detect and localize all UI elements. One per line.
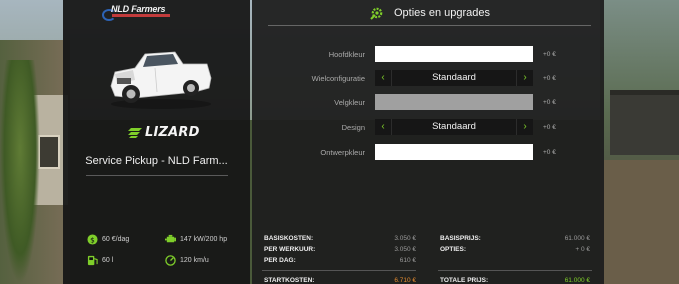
label-design: Design <box>341 123 365 132</box>
price-hoofdkleur: +0 € <box>543 51 556 58</box>
hoofdkleur-color-swatch[interactable] <box>375 46 533 62</box>
stat-fuel: 60 l <box>87 255 113 266</box>
label-velgkleur: Velgkleur <box>334 98 365 107</box>
engine-icon <box>165 234 176 243</box>
vehicle-image <box>110 51 212 109</box>
brand-logo: NLD Farmers <box>102 4 172 21</box>
ontwerpkleur-color-swatch[interactable] <box>375 144 533 160</box>
value-basiskosten: 3.050 € <box>394 235 416 242</box>
stat-value: 60 €/dag <box>102 236 130 243</box>
value-opties: + 0 € <box>575 246 590 253</box>
tree <box>0 60 40 284</box>
label-ontwerpkleur: Ontwerpkleur <box>320 148 365 157</box>
stat-value: 60 l <box>102 257 114 264</box>
wielconfiguratie-value: Standaard <box>432 72 476 83</box>
label-totale-prijs: TOTALE PRIJS: <box>440 277 489 284</box>
name-divider <box>86 175 228 176</box>
design-value: Standaard <box>432 121 476 132</box>
stat-value: 120 km/u <box>180 257 209 264</box>
options-title: Opties en upgrades <box>394 7 491 19</box>
value-basisprijs: 61.000 € <box>564 235 590 242</box>
make-logo: LIZARD <box>128 125 200 140</box>
design-next-button[interactable]: › <box>516 119 533 135</box>
label-per-dag: PER DAG: <box>264 257 296 264</box>
wielconfiguratie-next-button[interactable]: › <box>516 70 533 86</box>
price-design: +0 € <box>543 124 556 131</box>
label-basisprijs: BASISPRIJS: <box>440 235 481 242</box>
vehicle-name: Service Pickup - NLD Farm... <box>85 155 228 167</box>
header-divider <box>268 25 591 26</box>
ground <box>600 160 679 284</box>
stat-value: 147 kW/200 hp <box>180 236 228 243</box>
speedometer-icon <box>165 255 176 266</box>
label-wielconfiguratie: Wielconfiguratie <box>311 74 365 83</box>
stat-speed: 120 km/u <box>165 255 209 266</box>
price-ontwerpkleur: +0 € <box>543 149 556 156</box>
price-wielconfiguratie: +0 € <box>543 75 556 82</box>
startkosten-divider <box>262 270 416 271</box>
wrench-gear-icon <box>370 7 383 20</box>
lizard-logo-icon <box>128 128 142 138</box>
velgkleur-color-swatch <box>375 94 533 110</box>
money-icon: $ <box>87 234 98 245</box>
value-per-dag: 610 € <box>399 257 416 264</box>
wielconfiguratie-selector: ‹ Standaard › <box>375 70 533 86</box>
svg-text:$: $ <box>90 235 95 244</box>
stat-rental-price: $ 60 €/dag <box>87 234 129 245</box>
design-selector: ‹ Standaard › <box>375 119 533 135</box>
label-startkosten: STARTKOSTEN: <box>264 277 315 284</box>
shed <box>610 95 679 155</box>
brand-logo-text: NLD Farmers <box>111 4 166 14</box>
design-prev-button[interactable]: ‹ <box>375 119 392 135</box>
brand-logo-underline <box>112 14 170 17</box>
farmhouse-window <box>38 135 60 169</box>
label-hoofdkleur: Hoofdkleur <box>328 50 365 59</box>
stat-power: 147 kW/200 hp <box>165 234 227 245</box>
label-basiskosten: BASISKOSTEN: <box>264 235 314 242</box>
fuel-icon <box>87 255 98 266</box>
label-opties: OPTIES: <box>440 246 467 253</box>
value-per-werkuur: 3.050 € <box>394 246 416 253</box>
wielconfiguratie-prev-button[interactable]: ‹ <box>375 70 392 86</box>
label-per-werkuur: PER WERKUUR: <box>264 246 316 253</box>
price-velgkleur: +0 € <box>543 99 556 106</box>
value-totale-prijs: 61.000 € <box>564 277 590 284</box>
totaal-divider <box>438 270 592 271</box>
value-startkosten: 6.710 € <box>394 277 416 284</box>
make-name: LIZARD <box>145 125 200 140</box>
